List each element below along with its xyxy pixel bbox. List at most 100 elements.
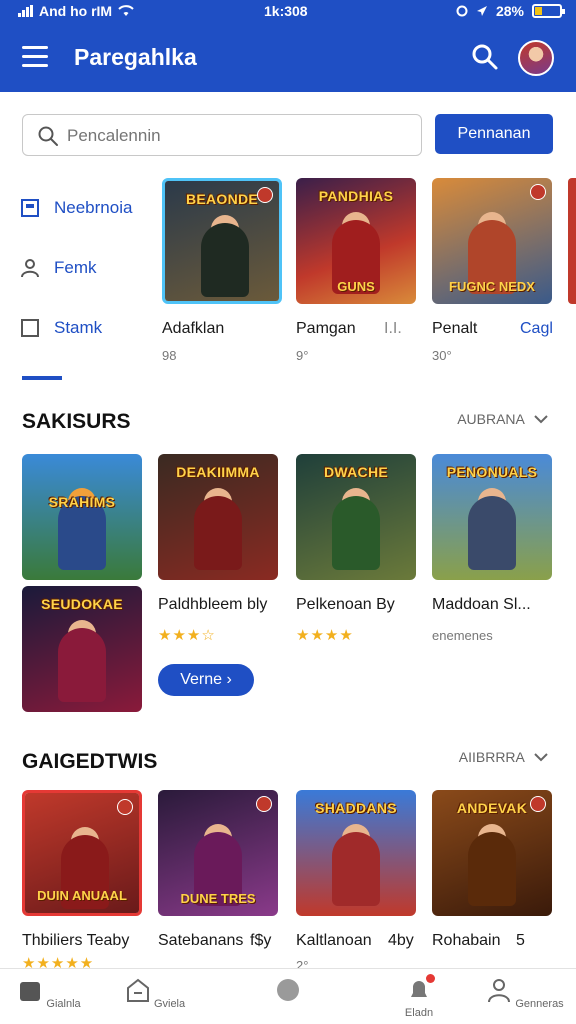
- art-subtitle: GUNS: [337, 279, 375, 294]
- badge-icon: [256, 796, 272, 812]
- status-left: And ho rIM: [18, 3, 134, 19]
- card-subtitle: 30°: [432, 348, 452, 363]
- sync-icon: [456, 5, 468, 17]
- avatar[interactable]: [518, 40, 554, 76]
- card-title: Pamgan: [296, 320, 356, 337]
- card-extra: I.I.: [384, 320, 402, 337]
- card-thumbnail: ANDEVAK: [432, 790, 552, 916]
- card-thumbnail: DUIN ANUAAL: [22, 790, 142, 916]
- character-figure: [468, 832, 516, 906]
- badge-icon: [530, 184, 546, 200]
- art-title: DWACHE: [323, 464, 389, 480]
- card-thumbnail: SEUDOKAE: [22, 586, 142, 712]
- side-nav-item-2[interactable]: Stamk: [20, 308, 102, 348]
- search-input[interactable]: [67, 123, 407, 149]
- card-title: Thbiliers Teaby: [22, 932, 130, 949]
- bottom-nav-notifications[interactable]: Eladn: [374, 974, 464, 1019]
- hamburger-icon[interactable]: [22, 46, 48, 68]
- chevron-down-icon: [534, 753, 548, 762]
- card-title: Penalt: [432, 320, 478, 337]
- bottom-nav-store[interactable]: Gviela: [110, 977, 200, 1010]
- person-icon: [21, 259, 39, 278]
- card-title: Kaltlanoan: [296, 932, 372, 949]
- status-right: 28%: [456, 3, 565, 19]
- badge-icon: [257, 187, 273, 203]
- wifi-icon: [118, 5, 134, 16]
- home-icon: [20, 982, 41, 1001]
- badge-icon: [117, 799, 133, 815]
- chevron-down-icon: [534, 415, 548, 424]
- art-subtitle: FUGNC NEDX: [449, 279, 535, 294]
- art-title: DEAKIIMMA: [176, 464, 260, 480]
- bottom-nav-home[interactable]: Gialnla: [4, 977, 94, 1010]
- character-figure: [468, 496, 516, 570]
- search-field: [22, 114, 422, 156]
- card-extra: f$y: [250, 932, 272, 949]
- profile-icon: [488, 979, 511, 1003]
- card-thumbnail: PANDHIAS GUNS: [296, 178, 416, 304]
- section-more-label: AIIBRRRA: [458, 749, 525, 765]
- side-nav-item-0[interactable]: Neebrnoia: [20, 188, 132, 228]
- art-title: PANDHIAS: [318, 188, 394, 204]
- bottom-nav-profile[interactable]: Genneras: [480, 977, 570, 1010]
- battery-fill: [535, 7, 542, 15]
- bottom-nav-label: Eladn: [404, 1007, 434, 1019]
- character-figure: [332, 832, 380, 906]
- bottom-nav-label: Gviela: [153, 998, 186, 1010]
- rating-stars: ★★★★: [296, 627, 354, 644]
- card-thumbnail: DEAKIIMMA: [158, 454, 278, 580]
- art-title: SRAHIMS: [48, 494, 116, 510]
- notification-badge: [426, 974, 435, 983]
- card-title: Maddoan Sl...: [432, 596, 531, 613]
- bottom-nav-center[interactable]: [243, 977, 333, 1010]
- art-title: SHADDANS: [315, 800, 397, 816]
- battery-icon: [532, 4, 565, 18]
- character-figure: [332, 496, 380, 570]
- card-subtitle: enemenes: [432, 628, 493, 643]
- card-extra: 4by: [388, 932, 414, 949]
- card-title: Pelkenoan By: [296, 596, 395, 613]
- store-icon: [126, 978, 149, 1002]
- more-button-label: Verne: [180, 671, 223, 688]
- card-thumbnail: BEAONDE: [162, 178, 282, 304]
- section-more-link[interactable]: AUBRANA: [457, 411, 548, 427]
- page-title: Paregahlka: [74, 44, 197, 70]
- badge-icon: [530, 796, 546, 812]
- side-nav-label: Femk: [54, 258, 97, 277]
- bell-icon-wrap: [406, 974, 435, 1003]
- side-nav-indicator: [22, 376, 62, 380]
- search-icon: [38, 126, 58, 146]
- card-subtitle: 9°: [296, 348, 309, 363]
- app-bar: Paregahlka: [0, 24, 576, 92]
- card-thumbnail: DUNE TRES: [158, 790, 278, 916]
- card-extra: Cagl: [520, 320, 553, 337]
- featured-card-partial[interactable]: [568, 178, 576, 304]
- bottom-nav-label: Genneras: [515, 998, 564, 1010]
- card-thumbnail: DWACHE: [296, 454, 416, 580]
- bottom-nav-label: Gialnla: [46, 998, 81, 1010]
- card-title: Adafklan: [162, 320, 225, 337]
- carrier-label: And ho rIM: [39, 3, 113, 19]
- card-extra: 5: [516, 932, 525, 949]
- top-bar: And ho rIM 1k:308 28% Paregahlka: [0, 0, 576, 92]
- card-title: Satebanans: [158, 932, 244, 949]
- card-subtitle: 98: [162, 348, 177, 363]
- card-thumbnail: FUGNC NEDX: [432, 178, 552, 304]
- search-button[interactable]: Pennanan: [435, 114, 553, 154]
- art-title: PENONUALS: [446, 464, 538, 480]
- more-button[interactable]: Verne ›: [158, 664, 254, 696]
- rating-stars: ★★★☆: [158, 627, 216, 644]
- card-title: Paldhbleem bly: [158, 596, 268, 613]
- section-more-link[interactable]: AIIBRRRA: [459, 749, 548, 765]
- section-more-label: AUBRANA: [457, 411, 525, 427]
- location-icon: [476, 6, 487, 16]
- circle-icon: [277, 979, 299, 1001]
- bottom-nav: Gialnla Gviela Eladn Genneras: [0, 968, 576, 1024]
- search-icon[interactable]: [470, 42, 500, 72]
- square-icon: [21, 319, 39, 337]
- art-subtitle: DUIN ANUAAL: [37, 888, 127, 903]
- side-nav-item-1[interactable]: Femk: [20, 248, 97, 288]
- card-title: Rohabain: [432, 932, 501, 949]
- section-title: SAKISURS: [22, 410, 131, 433]
- card-thumbnail: SHADDANS: [296, 790, 416, 916]
